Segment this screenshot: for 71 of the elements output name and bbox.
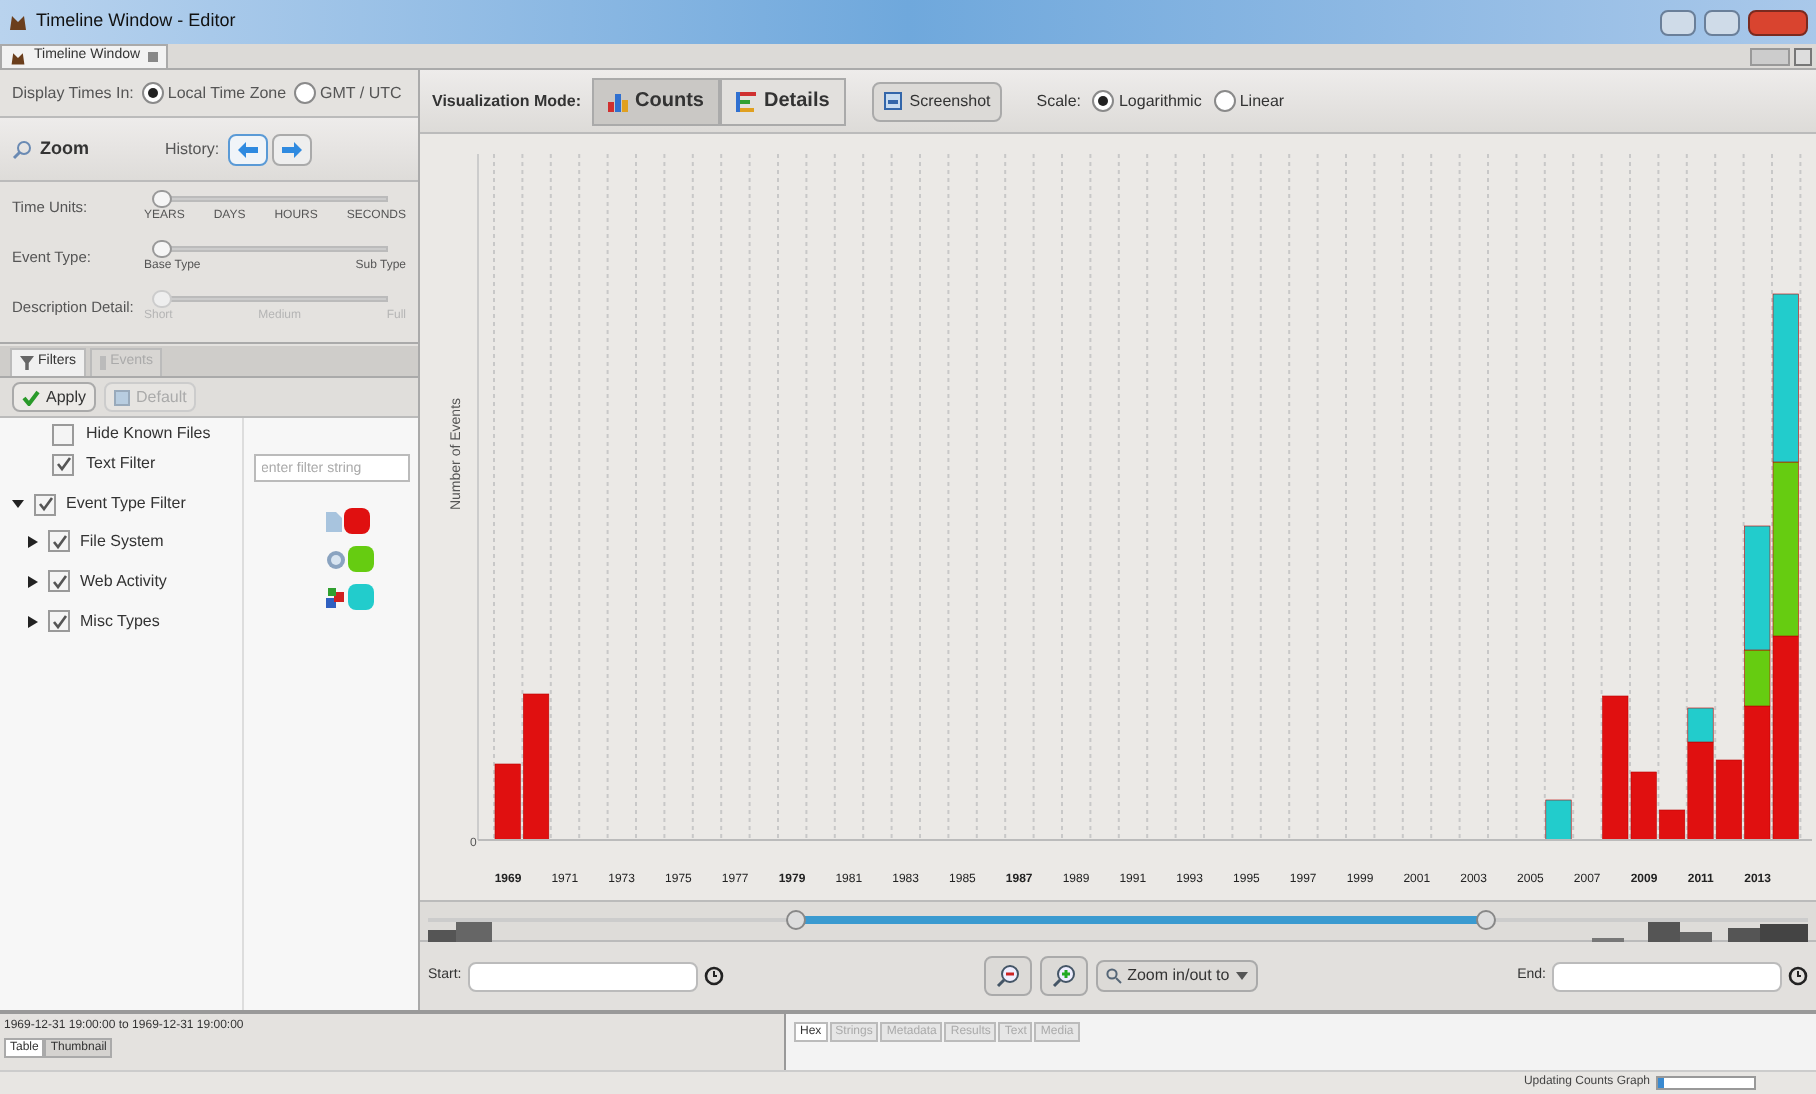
zoom-menu-button[interactable]: Zoom in/out to [1095,960,1258,992]
mode-label: Visualization Mode: [432,89,582,113]
scroll-tabs-control[interactable] [1750,48,1790,66]
mode-toggle[interactable]: Counts [591,77,720,125]
expand-arrow-icon[interactable] [28,575,38,587]
radio-button[interactable] [1092,90,1115,112]
radio-label: GMT / UTC [320,81,402,105]
bar [1545,799,1572,841]
filter-label: Misc Types [80,609,160,633]
close-button[interactable] [1748,9,1808,35]
collapse-arrow-icon[interactable] [12,498,24,510]
zoom-heading: Zoom [40,135,89,162]
shapes-icon [325,587,345,607]
filter-label: Hide Known Files [86,422,211,446]
list-chart-icon [735,91,756,111]
checkbox[interactable] [48,570,70,592]
close-icon[interactable] [148,52,159,62]
overview-histogram-drawing [428,917,492,941]
caret-icon [1235,972,1248,980]
reset-icon [114,389,131,405]
zoom-in-icon [1051,964,1076,988]
start-field[interactable] [467,961,698,991]
range-handle[interactable] [1475,909,1496,929]
zoom-out-button[interactable] [983,956,1032,996]
checkbox[interactable] [52,453,74,475]
end-field[interactable] [1552,961,1782,991]
history-label: History: [165,137,220,161]
range-handle[interactable] [786,909,807,929]
window-icon [883,92,902,110]
arrow-right-icon [281,141,302,157]
zoom-in-button[interactable] [1039,956,1088,996]
globe-icon [325,549,345,569]
back-button[interactable] [227,133,268,165]
minimize-button[interactable] [1660,9,1696,35]
screenshot-button[interactable]: Screenshot [871,81,1003,121]
slider-thumb[interactable] [152,189,172,207]
mode-toggle[interactable]: Details [719,77,846,125]
expand-arrow-icon[interactable] [28,535,38,547]
display-times-label: Display Times In: [12,81,134,105]
maximize-button[interactable] [1704,9,1740,35]
filter-button[interactable]: Apply [12,382,97,412]
bar-chart-icon [607,91,628,111]
checkbox[interactable] [34,493,56,515]
radio-label: Linear [1239,89,1285,113]
radio-button[interactable] [294,82,317,104]
radio-button[interactable] [141,82,164,104]
expand-arrow-icon[interactable] [28,615,38,627]
search-icon [12,139,32,159]
checkbox[interactable] [48,610,70,632]
slider-thumb[interactable] [152,239,172,257]
filter-label: Text Filter [86,452,156,476]
filter-label: File System [80,529,164,553]
clock-icon[interactable] [1788,966,1808,986]
forward-button[interactable] [271,133,312,165]
radio-label: Local Time Zone [167,81,287,105]
radio-button[interactable] [1213,90,1236,112]
checkbox[interactable] [48,530,70,552]
funnel-icon [20,356,34,370]
filter-label: Event Type Filter [66,492,186,516]
arrow-left-icon [237,141,258,157]
checkbox[interactable] [52,423,74,445]
window-title: Timeline Window - Editor [36,8,236,35]
app-icon [10,49,26,65]
clock-icon[interactable] [703,966,724,986]
search-icon [1105,968,1122,984]
filter-label: Web Activity [80,569,167,593]
radio-label: Logarithmic [1118,89,1202,113]
dropdown-control[interactable] [1794,48,1812,66]
check-icon [22,389,40,405]
zoom-out-icon [995,964,1020,988]
scale-label: Scale: [1036,89,1081,113]
